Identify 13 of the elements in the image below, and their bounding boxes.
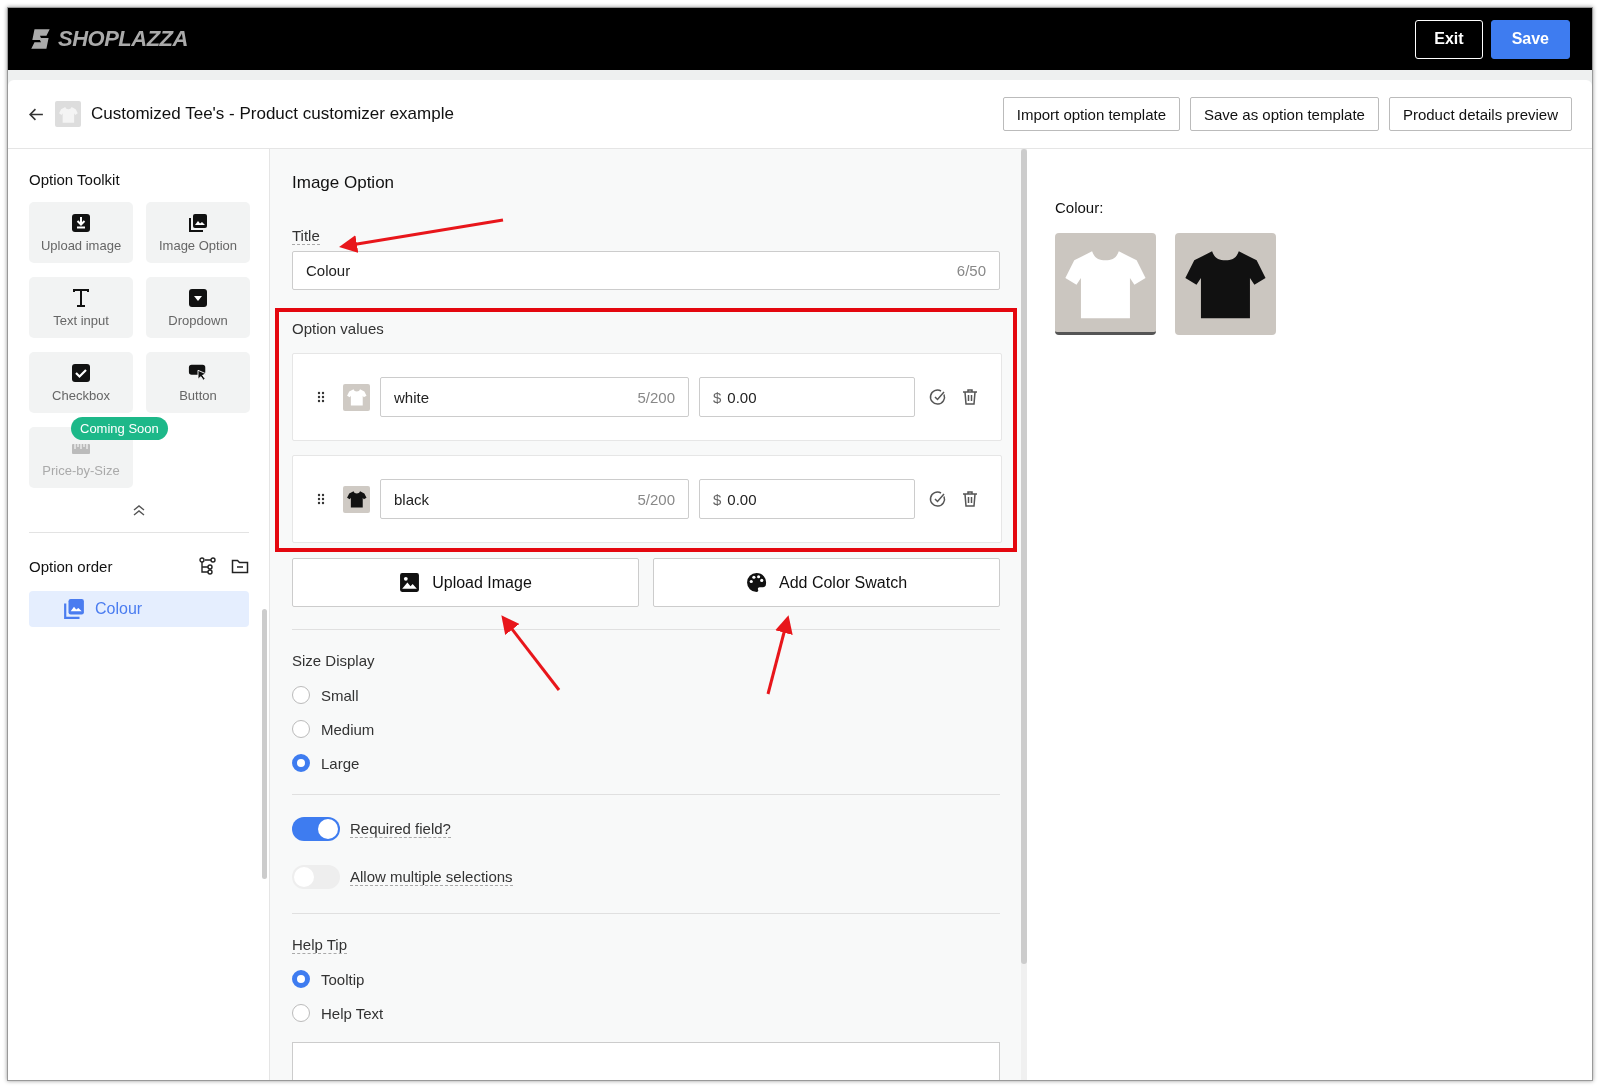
preview-label: Colour: <box>1055 199 1105 216</box>
product-title: Customized Tee's - Product customizer example <box>91 104 454 124</box>
section-title: Option order <box>29 557 113 575</box>
panel-heading: Image Option <box>292 173 396 193</box>
field-label: Help Tip <box>292 936 348 954</box>
toggle-label: Required field? <box>350 820 451 838</box>
field-label: Option values <box>292 320 384 337</box>
coming-soon-tooltip: Coming Soon <box>71 417 168 440</box>
toggle-label: Allow multiple selections <box>350 868 513 886</box>
section-title: Option Toolkit <box>29 171 121 188</box>
field-label: Size Display <box>292 652 375 669</box>
field-label: Title <box>292 227 320 245</box>
logo: SHOPLAZZA <box>28 26 188 52</box>
